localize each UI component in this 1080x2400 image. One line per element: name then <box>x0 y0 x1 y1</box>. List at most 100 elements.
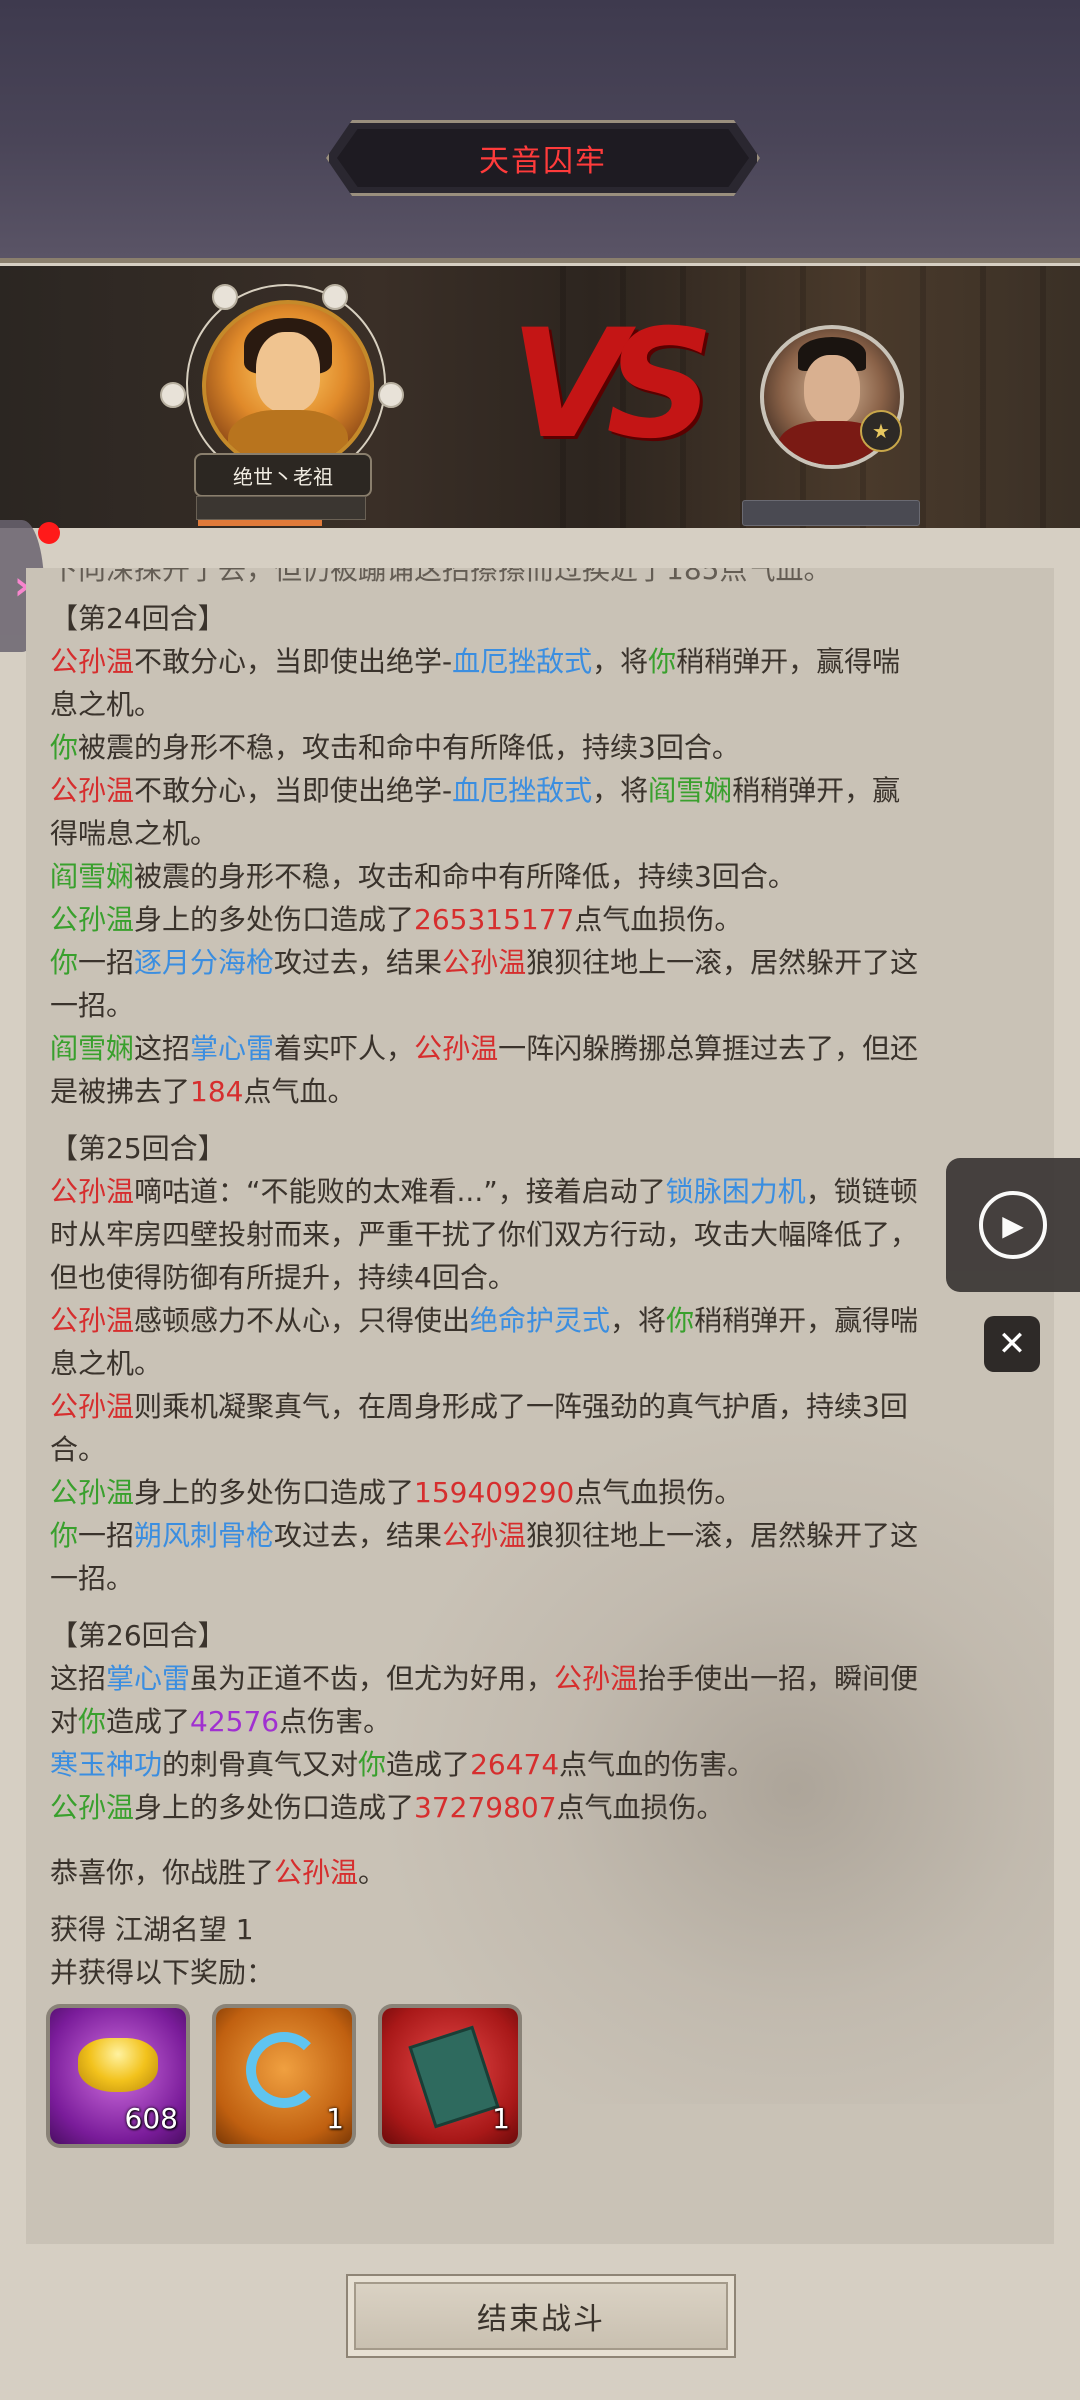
damage-value: 159409290 <box>414 1476 575 1509</box>
character-name: 公孙温 <box>50 1791 135 1824</box>
log-text: 稍稍弹开，赢得喘 <box>694 1304 919 1337</box>
log-text: 。 <box>358 1856 387 1889</box>
battle-log-content: 下向深探开了去，但仍被蹦诵这招擦擦而过挨近了185点气血。 【第24回合】 公孙… <box>50 568 1044 2144</box>
character-name: 公孙温 <box>50 645 135 678</box>
log-text: 点气血。 <box>243 1075 356 1108</box>
battle-log-panel[interactable]: 下向深探开了去，但仍被蹦诵这招擦擦而过挨近了185点气血。 【第24回合】 公孙… <box>26 568 1054 2244</box>
log-text: 一招。 <box>50 989 135 1022</box>
log-line: 公孙温不敢分心，当即使出绝学-血厄挫敌式，将你稍稍弹开，赢得喘 息之机。 <box>50 640 1044 726</box>
player-avatar[interactable] <box>202 300 374 472</box>
blue-swirl-icon <box>246 2032 322 2108</box>
log-line: 公孙温嘀咕道：“不能败的太难看...”，接着启动了锁脉困力机，锁链顿 时从牢房四壁… <box>50 1170 1044 1299</box>
log-text: 息之机。 <box>50 688 163 721</box>
log-text: ，将 <box>610 1304 667 1337</box>
log-line: 公孙温则乘机凝聚真气，在周身形成了一阵强劲的真气护盾，持续3回 合。 <box>50 1385 1044 1471</box>
log-text: 则乘机凝聚真气，在周身形成了一阵强劲的真气护盾，持续3回 <box>134 1390 908 1423</box>
log-text: 造成了 <box>386 1748 471 1781</box>
character-name: 公孙温 <box>442 946 527 979</box>
reward-item[interactable]: 608 <box>50 2008 186 2144</box>
skill-name: 锁脉困力机 <box>665 1175 806 1208</box>
reward-item[interactable]: 1 <box>216 2008 352 2144</box>
log-text: 是被拂去了 <box>50 1075 191 1108</box>
log-text: 狼狈往地上一滚，居然躲开了这 <box>526 946 919 979</box>
reputation-gain: 获得 江湖名望 1 <box>50 1913 254 1946</box>
end-battle-button[interactable]: 结束战斗 <box>346 2274 736 2358</box>
log-text: 不敢分心，当即使出绝学- <box>134 774 453 807</box>
skill-name: 逐月分海枪 <box>134 946 275 979</box>
log-text: 点气血损伤。 <box>574 1476 743 1509</box>
log-text: 点伤害。 <box>279 1705 392 1738</box>
damage-value: 37279807 <box>414 1791 557 1824</box>
log-line: 阎雪娴被震的身形不稳，攻击和命中有所降低，持续3回合。 <box>50 855 1044 898</box>
round-header: 【第25回合】 <box>50 1132 226 1165</box>
player-nameplate: 绝世丶老祖 <box>194 453 372 497</box>
log-text: 但也使得防御有所提升，持续4回合。 <box>50 1261 516 1294</box>
log-text: 稍稍弹开，赢 <box>732 774 901 807</box>
log-text: 点气血损伤。 <box>556 1791 725 1824</box>
character-name: 阎雪娴 <box>648 774 733 807</box>
character-name: 公孙温 <box>50 774 135 807</box>
ring-dot-icon <box>212 284 238 310</box>
floating-video-widget[interactable]: ▶ <box>946 1158 1080 1292</box>
character-name: 你 <box>648 645 677 678</box>
log-text: 一招。 <box>50 1562 135 1595</box>
log-line: 公孙温不敢分心，当即使出绝学-血厄挫敌式，将阎雪娴稍稍弹开，赢 得喘息之机。 <box>50 769 1044 855</box>
ring-dot-icon <box>160 382 186 408</box>
skill-name: 掌心雷 <box>190 1032 275 1065</box>
skill-name: 朔风刺骨枪 <box>134 1519 275 1552</box>
log-text: 时从牢房四壁投射而来，严重干扰了你们双方行动，攻击大幅降低了， <box>50 1218 919 1251</box>
reward-item[interactable]: 1 <box>382 2008 518 2144</box>
log-text: 稍稍弹开，赢得喘 <box>676 645 901 678</box>
skill-name: 血厄挫敌式 <box>452 645 593 678</box>
close-icon[interactable]: ✕ <box>984 1316 1040 1372</box>
vs-emblem: VS <box>510 298 714 472</box>
log-line: 你一招逐月分海枪攻过去，结果公孙温狼狈往地上一滚，居然躲开了这 一招。 <box>50 941 1044 1027</box>
log-text: 造成了 <box>106 1705 191 1738</box>
log-text: 身上的多处伤口造成了 <box>134 903 415 936</box>
player-avatar-face <box>256 332 320 412</box>
log-text: 抬手使出一招，瞬间便 <box>638 1662 919 1695</box>
log-text: 一招 <box>78 1519 135 1552</box>
ring-dot-icon <box>378 382 404 408</box>
skill-name: 寒玉神功 <box>50 1748 163 1781</box>
player-hp-bar-fill <box>198 520 322 526</box>
log-text: 攻过去，结果 <box>274 1519 443 1552</box>
log-line: 下向深探开了去，但仍被蹦诵这招擦擦而过挨近了185点气血。 <box>50 568 1044 591</box>
log-text: 这招 <box>50 1662 107 1695</box>
character-name: 公孙温 <box>442 1519 527 1552</box>
log-text: 着实吓人， <box>274 1032 415 1065</box>
log-text: 一阵闪躲腾挪总算捱过去了，但还 <box>498 1032 919 1065</box>
enemy-avatar-face <box>804 355 860 425</box>
character-name: 你 <box>50 731 79 764</box>
log-text: ，锁链顿 <box>805 1175 918 1208</box>
damage-value: 42576 <box>190 1705 280 1738</box>
character-name: 公孙温 <box>50 1476 135 1509</box>
log-line: 你被震的身形不稳，攻击和命中有所降低，持续3回合。 <box>50 726 1044 769</box>
character-name: 阎雪娴 <box>50 860 135 893</box>
enemy-hp-bar <box>742 500 920 526</box>
damage-value: 26474 <box>470 1748 560 1781</box>
character-name: 你 <box>78 1705 107 1738</box>
character-name: 阎雪娴 <box>50 1032 135 1065</box>
character-name: 公孙温 <box>50 1390 135 1423</box>
reward-intro: 并获得以下奖励： <box>50 1956 275 1989</box>
notification-dot-icon <box>38 522 60 544</box>
log-text: 点气血的伤害。 <box>559 1748 756 1781</box>
log-line: 阎雪娴这招掌心雷着实吓人，公孙温一阵闪躲腾挪总算捱过去了，但还 是被拂去了184点… <box>50 1027 1044 1113</box>
log-text: 对 <box>50 1705 79 1738</box>
log-line: 寒玉神功的刺骨真气又对你造成了26474点气血的伤害。 <box>50 1743 1044 1786</box>
reward-count: 1 <box>326 2102 344 2135</box>
manual-book-icon <box>408 2025 500 2129</box>
ring-dot-icon <box>322 284 348 310</box>
log-text: 一招 <box>78 946 135 979</box>
log-text: 嘀咕道：“不能败的太难看...”，接着启动了 <box>134 1175 666 1208</box>
top-header: 天音囚牢 <box>0 0 1080 263</box>
log-text: 身上的多处伤口造成了 <box>134 1476 415 1509</box>
log-text: 恭喜你，你战胜了 <box>50 1856 275 1889</box>
log-line: 公孙温身上的多处伤口造成了265315177点气血损伤。 <box>50 898 1044 941</box>
title-plate: 天音囚牢 <box>326 120 760 196</box>
log-text: 感顿感力不从心，只得使出 <box>134 1304 471 1337</box>
log-line: 你一招朔风刺骨枪攻过去，结果公孙温狼狈往地上一滚，居然躲开了这 一招。 <box>50 1514 1044 1600</box>
play-icon[interactable]: ▶ <box>979 1191 1047 1259</box>
